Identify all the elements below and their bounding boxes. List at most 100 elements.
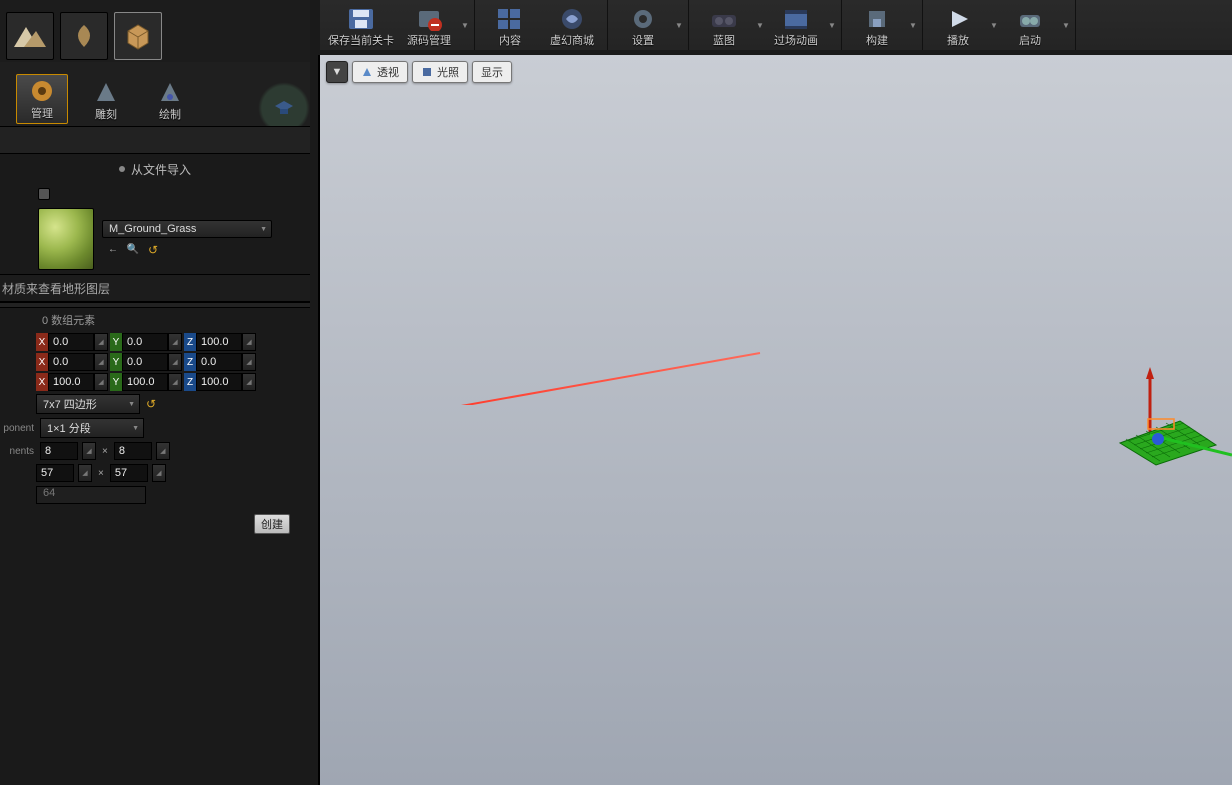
marketplace-icon [556,6,588,32]
content-icon [494,6,526,32]
source-dropdown-arrow-icon[interactable]: ▼ [460,0,470,50]
scale-y-input[interactable] [122,373,168,391]
sculpt-tab[interactable]: 雕刻 [80,76,132,124]
play-dropdown-arrow-icon[interactable]: ▼ [989,0,999,50]
play-icon [942,6,974,32]
sections-per-dropdown[interactable]: 1×1 分段 [40,418,144,438]
launch-dropdown-arrow-icon[interactable]: ▼ [1061,0,1071,50]
location-y-input[interactable] [122,333,168,351]
rotation-z-input[interactable] [196,353,242,371]
cinematics-dropdown-arrow-icon[interactable]: ▼ [827,0,837,50]
viewport[interactable]: ▼ 透视 光照 显示 [318,55,1232,785]
section-bar-top [0,126,310,154]
box-icon [120,21,156,51]
sections-per-label: ponent [0,423,36,434]
y-label: Y [110,333,122,351]
build-button[interactable]: 构建 [846,4,908,50]
resolution-a-input[interactable] [36,464,74,482]
spinner-icon[interactable]: ◢ [168,333,182,351]
gear-icon [627,6,659,32]
reset-icon[interactable]: ↺ [146,242,160,258]
material-dropdown[interactable]: M_Ground_Grass [102,220,272,238]
foliage-mode-tab[interactable] [60,12,108,60]
marketplace-button[interactable]: 虚幻商城 [541,4,603,50]
back-arrow-icon[interactable]: ← [106,242,120,256]
play-button[interactable]: 播放 [927,4,989,50]
main-toolbar: 保存当前关卡 源码管理 ▼ 内容 虚幻商城 设置 ▼ 蓝图 ▼ [320,0,1232,50]
mode-tabs [0,0,310,62]
layers-hint: 材质来查看地形图层 [0,274,310,302]
resolution-b-input[interactable] [110,464,148,482]
create-button[interactable]: 创建 [254,514,290,534]
build-icon [861,6,893,32]
paint-tab[interactable]: 绘制 [144,76,196,124]
spinner-icon[interactable]: ◢ [156,442,170,460]
spinner-icon[interactable]: ◢ [168,373,182,391]
show-button[interactable]: 显示 [472,61,512,83]
cinematics-icon [780,6,812,32]
spinner-icon[interactable]: ◢ [242,333,256,351]
launch-button[interactable]: 启动 [999,4,1061,50]
blueprint-dropdown-arrow-icon[interactable]: ▼ [755,0,765,50]
spinner-icon[interactable]: ◢ [242,373,256,391]
viewport-toolbar: ▼ 透视 光照 显示 [326,61,512,83]
build-dropdown-arrow-icon[interactable]: ▼ [908,0,918,50]
sculpt-icon [92,78,120,106]
total-readonly: 64 [36,486,146,504]
landscape-gizmo[interactable] [1102,365,1232,495]
landscape-mode-tab[interactable] [6,12,54,60]
spinner-icon[interactable]: ◢ [82,442,96,460]
save-level-button[interactable]: 保存当前关卡 [324,4,398,50]
enable-checkbox[interactable] [38,188,50,200]
rotation-x-input[interactable] [48,353,94,371]
settings-button[interactable]: 设置 [612,4,674,50]
material-row: M_Ground_Grass ← 🔍 ↺ [0,204,310,274]
search-icon[interactable]: 🔍 [126,242,140,256]
import-from-file[interactable]: 从文件导入 [0,154,310,184]
rotation-y-input[interactable] [122,353,168,371]
source-control-button[interactable]: 源码管理 [398,4,460,50]
x-label: X [36,333,48,351]
num-components-b-input[interactable] [114,442,152,460]
location-z-input[interactable] [196,333,242,351]
settings-dropdown-arrow-icon[interactable]: ▼ [674,0,684,50]
num-components-label: nents [0,446,36,457]
cinematics-button[interactable]: 过场动画 [765,4,827,50]
annotation-arrow [320,345,1100,405]
landscape-panel: 从文件导入 M_Ground_Grass ← 🔍 ↺ 材质来查看地形图层 0 数… [0,126,310,785]
spinner-icon[interactable]: ◢ [152,464,166,482]
blueprint-button[interactable]: 蓝图 [693,4,755,50]
rotation-row: X◢ Y◢ Z◢ [0,352,310,372]
z-label: Z [184,333,196,351]
array-count: 0 数组元素 [0,308,310,332]
material-thumbnail[interactable] [38,208,94,270]
spinner-icon[interactable]: ◢ [94,333,108,351]
source-control-icon [413,6,445,32]
spinner-icon[interactable]: ◢ [94,373,108,391]
perspective-icon [361,66,373,78]
blueprint-icon [708,6,740,32]
times-symbol: × [100,446,110,457]
floppy-icon [345,6,377,32]
spinner-icon[interactable]: ◢ [242,353,256,371]
spinner-icon[interactable]: ◢ [94,353,108,371]
paint-icon [156,78,184,106]
reset-icon[interactable]: ↺ [144,396,158,412]
times-symbol: × [96,468,106,479]
scale-row: X◢ Y◢ Z◢ [0,372,310,392]
manage-tab[interactable]: 管理 [16,74,68,124]
location-x-input[interactable] [48,333,94,351]
spinner-icon[interactable]: ◢ [168,353,182,371]
lit-button[interactable]: 光照 [412,61,468,83]
content-button[interactable]: 内容 [479,4,541,50]
scale-z-input[interactable] [196,373,242,391]
gear-colored-icon [28,77,56,105]
viewport-menu-button[interactable]: ▼ [326,61,348,83]
scale-x-input[interactable] [48,373,94,391]
leaf-icon [66,21,102,51]
num-components-a-input[interactable] [40,442,78,460]
geometry-mode-tab[interactable] [114,12,162,60]
section-size-dropdown[interactable]: 7x7 四边形 [36,394,140,414]
spinner-icon[interactable]: ◢ [78,464,92,482]
perspective-button[interactable]: 透视 [352,61,408,83]
